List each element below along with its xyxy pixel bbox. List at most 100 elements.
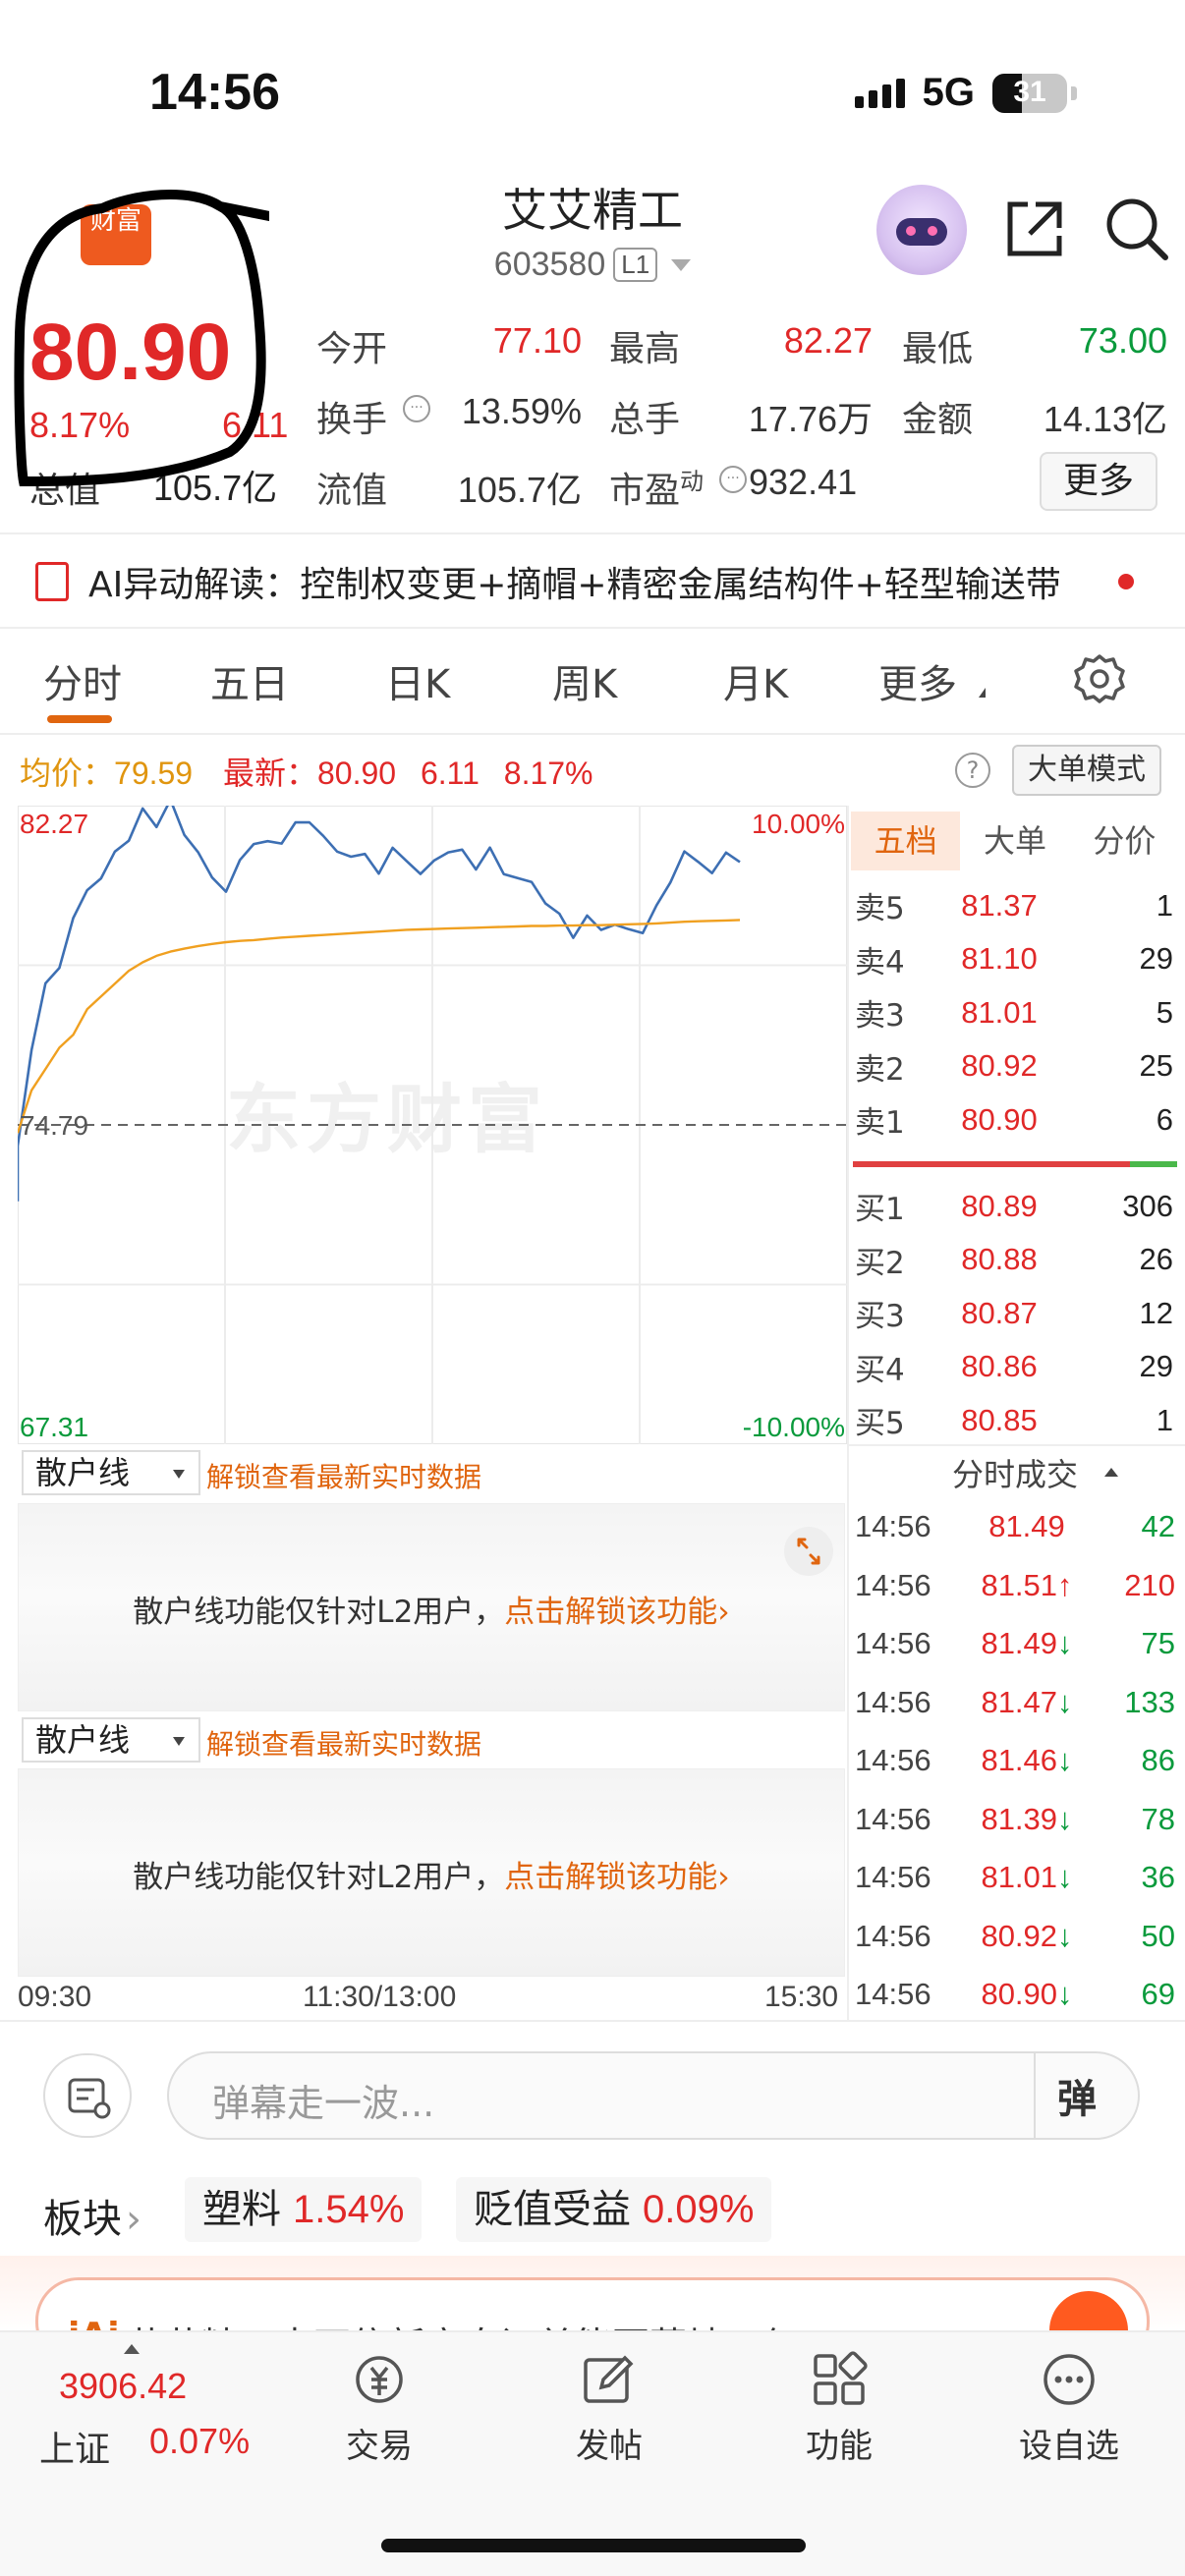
tick-price: 80.90↓ [953,1977,1100,2012]
retail-line-select[interactable]: 散户线 [22,1450,200,1495]
tab-more[interactable]: 更多 [878,652,957,709]
big-order-mode-button[interactable]: 大单模式 [1012,745,1161,796]
divider [0,2020,1185,2022]
expand-icon[interactable] [783,1526,834,1577]
up-arrow-icon: ↑ [1057,1567,1073,1602]
avg-value: 79.59 [114,756,194,791]
retail-line-select[interactable]: 散户线 [22,1717,200,1763]
level-price: 80.92 [961,1048,1038,1084]
level-price: 81.37 [961,887,1038,923]
more-button[interactable]: 更多 [1040,452,1157,511]
nav-trade[interactable]: 交易 [301,2348,458,2467]
ask-row[interactable]: 卖2 80.92 25 [855,1039,1177,1093]
unlock-hint[interactable]: 解锁查看最新实时数据 [206,1456,481,1495]
tab-daily-k[interactable]: 日K [385,652,450,709]
bid-row[interactable]: 买3 80.87 12 [855,1286,1177,1340]
ask-row[interactable]: 卖1 80.90 6 [855,1092,1177,1147]
ticks-header[interactable]: 分时成交 [851,1450,1179,1495]
info-icon[interactable]: ··· [403,395,430,422]
trade-icon [356,2356,403,2403]
comment-settings-button[interactable] [43,2053,132,2138]
down-arrow-icon: ↓ [1057,1860,1073,1894]
tick-time: 14:56 [855,1860,931,1894]
level-price: 80.87 [961,1295,1038,1330]
down-arrow-icon: ↓ [1057,1977,1073,2011]
level-label: 卖3 [855,998,905,1035]
bid-row[interactable]: 买1 80.89 306 [855,1179,1177,1233]
level-label: 卖5 [855,891,905,926]
tab-price-distribution[interactable]: 分价 [1070,812,1179,870]
amount-label: 金额 [902,400,974,440]
down-arrow-icon: ↓ [1057,1801,1073,1836]
turnover-label: 换手 [316,400,388,440]
level-price: 80.86 [961,1349,1038,1384]
bid-row[interactable]: 买5 80.85 1 [855,1393,1177,1447]
turnover-value: 13.59% [461,391,582,431]
index-change: 0.07% [149,2421,251,2461]
help-icon[interactable]: ? [955,753,990,788]
tick-time: 14:56 [855,1567,931,1602]
tick-row: 14:56 81.46↓ 86 [855,1731,1179,1790]
tab-weekly-k[interactable]: 周K [552,652,617,709]
sector-chip[interactable]: 贬值受益 0.09% [456,2177,772,2242]
bid-row[interactable]: 买4 80.86 29 [855,1340,1177,1394]
float-label: 流值 [316,471,388,511]
level-label: 卖4 [855,944,905,980]
index-name[interactable]: 上证 [39,2421,110,2472]
latest-change: 6.11 [420,756,480,791]
index-value[interactable]: 3906.42 [59,2366,187,2407]
chart-lines [18,806,741,1202]
tick-row: 14:56 81.49 42 [855,1497,1179,1556]
tick-volume: 50 [1141,1918,1175,1953]
tab-big-orders[interactable]: 大单 [960,812,1069,870]
tab-monthly-k[interactable]: 月K [723,652,788,709]
high-value: 82.27 [783,320,873,361]
danmu-toggle-button[interactable]: 弹 [1057,2067,1097,2124]
level-volume: 6 [1156,1101,1173,1137]
ask-row[interactable]: 卖4 81.10 29 [855,932,1177,986]
ai-analysis-banner[interactable]: AI异动解读：控制权变更+摘帽+精密金属结构件+轻型输送带 [88,556,1061,607]
search-icon[interactable] [1102,195,1171,263]
latest-value: 80.90 [317,756,397,791]
share-icon[interactable] [1002,196,1067,261]
nav-label: 交易 [346,2427,413,2466]
home-indicator [381,2539,806,2552]
ask-row[interactable]: 卖3 81.01 5 [855,985,1177,1039]
caret-icon [979,688,986,698]
intraday-chart[interactable]: 82.27 74.79 67.31 10.00% -10.00% [18,806,847,1444]
tab-intraday[interactable]: 分时 [43,652,122,709]
level-price: 81.10 [961,941,1038,977]
tick-time: 14:56 [855,1918,931,1953]
unlock-hint[interactable]: 解锁查看最新实时数据 [206,1723,481,1763]
info-icon[interactable]: ··· [719,466,747,493]
tick-time: 14:56 [855,1743,931,1777]
level-price: 80.85 [961,1402,1038,1437]
ai-assistant-avatar[interactable] [876,185,967,275]
sector-name: 贬值受益 [474,2187,631,2232]
nav-add-watchlist[interactable]: 设自选 [990,2348,1148,2467]
avg-line [18,919,741,1134]
tab-five-day[interactable]: 五日 [210,652,289,709]
bid-row[interactable]: 买2 80.88 26 [855,1233,1177,1287]
level-label: 买1 [855,1192,905,1227]
nav-post[interactable]: 发帖 [531,2348,688,2467]
level-price: 80.90 [961,1101,1038,1137]
divider [847,1444,1185,1446]
sector-link[interactable]: 板块 › [43,2187,141,2244]
chevron-right-icon: › [126,2197,141,2242]
tick-price: 81.01↓ [953,1860,1100,1895]
axis-label: 10.00% [752,809,845,839]
sector-chip[interactable]: 塑料 1.54% [185,2177,423,2242]
unlock-link[interactable]: 点击解锁该功能› [504,1595,729,1630]
level-volume: 1 [1156,887,1173,923]
amount-value: 14.13亿 [1043,399,1167,439]
level-label: 买4 [855,1352,905,1388]
gear-icon[interactable] [1073,652,1126,705]
ask-row[interactable]: 卖5 81.37 1 [855,878,1177,932]
divider [0,627,1185,629]
tick-price-value: 81.49 [988,1509,1065,1543]
nav-features[interactable]: 功能 [761,2348,918,2467]
unlock-link[interactable]: 点击解锁该功能› [504,1860,729,1895]
tab-level5[interactable]: 五档 [851,812,961,870]
axis-label: 74.79 [20,1110,88,1141]
